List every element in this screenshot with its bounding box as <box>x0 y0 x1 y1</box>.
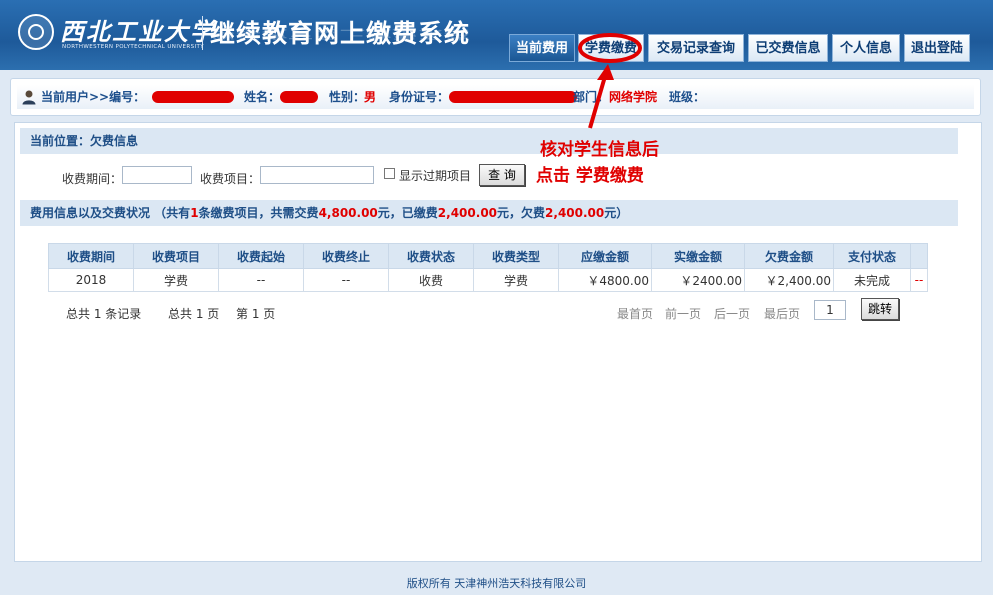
total-pages: 总共 1 页 <box>168 307 220 321</box>
first-page-link[interactable]: 最首页 <box>617 305 653 322</box>
current-user-label: 当前用户>>编号： <box>41 90 146 104</box>
id-number-label: 身份证号： <box>389 90 450 104</box>
user-icon <box>22 90 36 105</box>
main-panel <box>14 122 982 562</box>
col-type: 收费类型 <box>473 243 559 269</box>
cell-status: 收费 <box>388 268 474 292</box>
page-number-input[interactable]: 1 <box>814 300 846 320</box>
col-start: 收费起始 <box>218 243 304 269</box>
university-seal-icon <box>18 14 54 50</box>
header-divider <box>202 16 203 50</box>
redacted-id-number <box>449 91 577 103</box>
app-header: 西北工业大学 NORTHWESTERN POLYTECHNICAL UNIVER… <box>0 0 993 70</box>
fee-item-label: 收费项目： <box>200 172 261 186</box>
cell-item: 学费 <box>133 268 219 292</box>
col-period: 收费期间 <box>48 243 134 269</box>
nav-logout[interactable]: 退出登陆 <box>904 34 970 62</box>
table-header-row: 收费期间 收费项目 收费起始 收费终止 收费状态 收费类型 应缴金额 实缴金额 … <box>48 243 928 269</box>
col-pay-status: 支付状态 <box>833 243 911 269</box>
jump-button[interactable]: 跳转 <box>861 298 899 320</box>
fee-summary: 费用信息以及交费状况 （共有1条缴费项目，共需交费4,800.00元，已缴费2,… <box>20 200 958 226</box>
cell-period: 2018 <box>48 268 134 292</box>
col-status: 收费状态 <box>388 243 474 269</box>
fee-item-input[interactable] <box>260 166 374 184</box>
cell-owed: ￥2,400.00 <box>744 268 834 292</box>
breadcrumb: 当前位置：欠费信息 <box>20 128 958 154</box>
class-label: 班级： <box>669 90 706 104</box>
period-label: 收费期间： <box>62 172 123 186</box>
name-label: 姓名： <box>244 90 281 104</box>
redacted-name <box>280 91 318 103</box>
nav-current-fees[interactable]: 当前费用 <box>509 34 575 62</box>
col-paid: 实缴金额 <box>651 243 745 269</box>
current-page: 第 1 页 <box>236 307 276 321</box>
annotation-line1: 核对学生信息后 <box>540 140 659 160</box>
user-info-bar: 当前用户>>编号： 姓名： 性别： 男 身份证号： 部门： 网络学院 班级： <box>10 78 981 116</box>
redacted-id <box>152 91 234 103</box>
cell-type: 学费 <box>473 268 559 292</box>
col-item: 收费项目 <box>133 243 219 269</box>
gender-label: 性别： <box>329 90 366 104</box>
col-end: 收费终止 <box>303 243 389 269</box>
last-page-link[interactable]: 最后页 <box>764 305 800 322</box>
fees-table: 收费期间 收费项目 收费起始 收费终止 收费状态 收费类型 应缴金额 实缴金额 … <box>48 243 928 292</box>
gender-value: 男 <box>364 90 377 104</box>
col-owed: 欠费金额 <box>744 243 834 269</box>
cell-action-link[interactable]: -- <box>910 268 928 292</box>
cell-end: -- <box>303 268 389 292</box>
nav-paid-info[interactable]: 已交费信息 <box>748 34 828 62</box>
cell-pay-status: 未完成 <box>833 268 911 292</box>
cell-start: -- <box>218 268 304 292</box>
system-title-reflection: 继续教育网上缴费系统 <box>210 27 471 41</box>
col-due: 应缴金额 <box>558 243 652 269</box>
col-action <box>910 243 928 269</box>
university-name: 西北工业大学 <box>60 17 216 46</box>
total-records: 总共 1 条记录 <box>66 307 142 321</box>
table-row: 2018 学费 -- -- 收费 学费 ￥4800.00 ￥2400.00 ￥2… <box>48 268 928 292</box>
show-expired-label: 显示过期项目 <box>399 169 472 183</box>
next-page-link[interactable]: 后一页 <box>714 305 750 322</box>
show-expired-checkbox[interactable] <box>384 168 395 179</box>
period-input[interactable] <box>122 166 192 184</box>
cell-paid: ￥2400.00 <box>651 268 745 292</box>
cell-due: ￥4800.00 <box>558 268 652 292</box>
prev-page-link[interactable]: 前一页 <box>665 305 701 322</box>
query-button[interactable]: 查 询 <box>479 164 525 186</box>
footer-copyright: 版权所有 天津神州浩天科技有限公司 <box>406 577 587 590</box>
university-name-en: NORTHWESTERN POLYTECHNICAL UNIVERSITY <box>62 44 205 50</box>
nav-personal-info[interactable]: 个人信息 <box>832 34 900 62</box>
annotation-arrow-icon <box>578 33 642 129</box>
annotation-line2: 点击 学费缴费 <box>536 166 644 186</box>
